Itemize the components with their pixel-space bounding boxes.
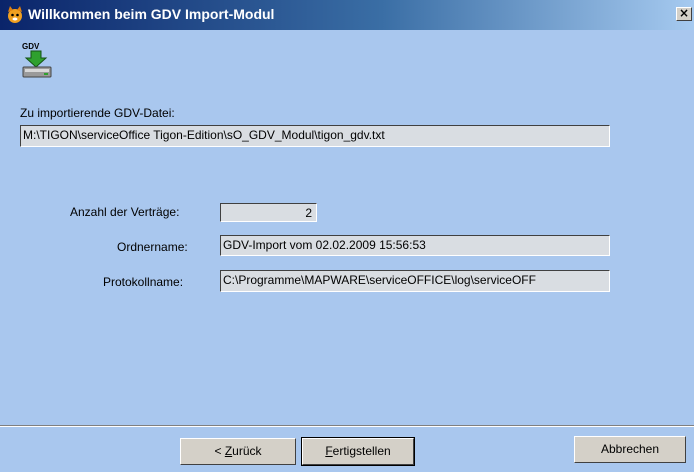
finish-button-mnemonic: F [325,444,333,458]
file-path-field[interactable]: M:\TIGON\serviceOffice Tigon-Edition\sO_… [20,125,610,147]
back-button-prefix: < [214,444,225,458]
cancel-button-label: Abbrechen [600,442,660,456]
close-button[interactable]: × [676,7,692,21]
title-bar[interactable]: Willkommen beim GDV Import-Modul × [0,0,694,30]
finish-button[interactable]: Fertigstellen [301,437,415,466]
gdv-import-icon: GDV [22,42,52,78]
back-button[interactable]: < Zurück [180,438,296,465]
close-icon: × [678,6,690,20]
back-button-label: urück [232,444,262,458]
log-name-label: Protokollname: [103,275,184,289]
contract-count-label: Anzahl der Verträge: [70,205,180,219]
footer-separator [0,425,694,427]
file-label: Zu importierende GDV-Datei: [20,106,175,120]
contract-count-field[interactable]: 2 [220,203,317,222]
gdv-logo-text: GDV [22,42,40,51]
folder-name-label: Ordnername: [117,240,188,254]
finish-button-label: ertigstellen [332,444,391,458]
folder-name-field[interactable]: GDV-Import vom 02.02.2009 15:56:53 [220,235,610,256]
cancel-button[interactable]: Abbrechen [574,436,686,463]
import-wizard-window: Willkommen beim GDV Import-Modul × GDV Z… [0,0,694,472]
window-title: Willkommen beim GDV Import-Modul [28,6,275,22]
log-name-field[interactable]: C:\Programme\MAPWARE\serviceOFFICE\log\s… [220,270,610,292]
cat-face-icon [8,6,22,23]
